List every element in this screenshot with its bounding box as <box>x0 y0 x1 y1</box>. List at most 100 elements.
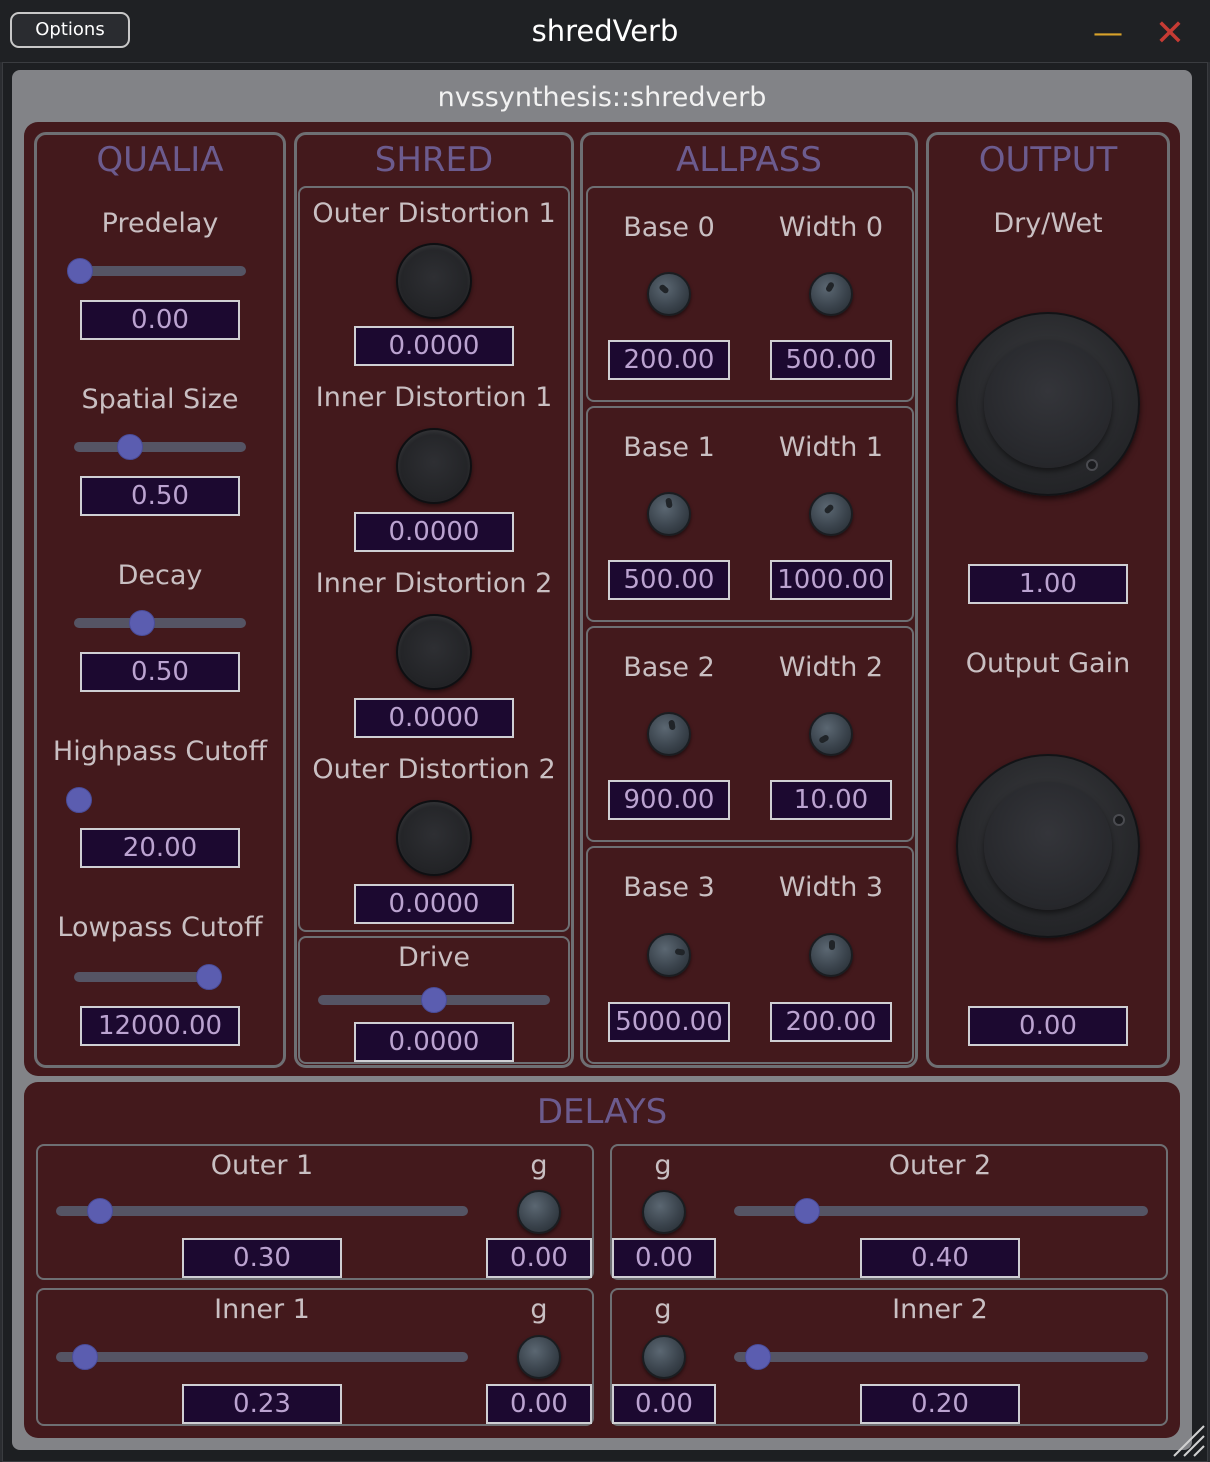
close-icon[interactable]: ✕ <box>1150 14 1190 54</box>
slider-thumb[interactable] <box>67 258 93 284</box>
outer-2-slider[interactable] <box>734 1198 1148 1224</box>
output-gain-knob[interactable] <box>956 754 1140 938</box>
knob-indicator <box>674 948 686 956</box>
inner-2-slider[interactable] <box>734 1344 1148 1370</box>
decay-slider[interactable] <box>74 610 246 636</box>
delays-title: DELAYS <box>536 1092 668 1132</box>
outer-2-value[interactable]: 0.40 <box>860 1238 1020 1278</box>
spatial-size-value[interactable]: 0.50 <box>80 476 240 516</box>
dry-wet-knob[interactable] <box>956 312 1140 496</box>
outer-distortion-2-value[interactable]: 0.0000 <box>354 884 514 924</box>
dry-wet-value[interactable]: 1.00 <box>968 564 1128 604</box>
predelay-value[interactable]: 0.00 <box>80 300 240 340</box>
width-2-value[interactable]: 10.00 <box>770 780 892 820</box>
inner-1-g-knob[interactable] <box>517 1335 561 1379</box>
outer-1-g-value[interactable]: 0.00 <box>486 1238 592 1278</box>
outer-distortion-2-knob[interactable] <box>396 800 472 876</box>
width-3-value[interactable]: 200.00 <box>770 1002 892 1042</box>
base-1-knob[interactable] <box>647 492 691 536</box>
output-gain-value[interactable]: 0.00 <box>968 1006 1128 1046</box>
lowpass-cutoff-value[interactable]: 12000.00 <box>80 1006 240 1046</box>
minimize-icon[interactable]: — <box>1088 16 1128 52</box>
slider-thumb[interactable] <box>421 987 447 1013</box>
highpass-cutoff-value[interactable]: 20.00 <box>80 828 240 868</box>
slider-track <box>74 442 246 452</box>
knob-cap <box>984 782 1112 910</box>
slider-thumb[interactable] <box>117 434 143 460</box>
width-3-label: Width 3 <box>778 872 884 903</box>
outer-1-label: Outer 1 <box>210 1150 314 1181</box>
base-2-knob[interactable] <box>647 712 691 756</box>
inner-2-value[interactable]: 0.20 <box>860 1384 1020 1424</box>
decay-label: Decay <box>117 560 203 591</box>
inner-1-g-value[interactable]: 0.00 <box>486 1384 592 1424</box>
base-0-value[interactable]: 200.00 <box>608 340 730 380</box>
outer-2-label: Outer 2 <box>888 1150 992 1181</box>
base-1-value[interactable]: 500.00 <box>608 560 730 600</box>
output-title: OUTPUT <box>978 140 1118 180</box>
inner-1-slider[interactable] <box>56 1344 468 1370</box>
slider-track <box>74 266 246 276</box>
slider-thumb[interactable] <box>196 964 222 990</box>
width-0-knob[interactable] <box>809 272 853 316</box>
predelay-slider[interactable] <box>67 258 246 284</box>
outer-1-slider[interactable] <box>56 1198 468 1224</box>
inner-distortion-2-label: Inner Distortion 2 <box>315 568 553 599</box>
knob-indicator <box>818 733 830 745</box>
inner-1-g-label: g <box>530 1294 548 1325</box>
width-1-value[interactable]: 1000.00 <box>770 560 892 600</box>
inner-distortion-2-knob[interactable] <box>396 614 472 690</box>
slider-track <box>734 1352 1148 1362</box>
base-3-knob[interactable] <box>647 933 691 977</box>
inner-1-label: Inner 1 <box>214 1294 310 1325</box>
outer-distortion-2-label: Outer Distortion 2 <box>312 754 556 785</box>
spatial-size-label: Spatial Size <box>81 384 239 415</box>
highpass-cutoff-slider[interactable] <box>66 787 92 813</box>
inner-2-g-value[interactable]: 0.00 <box>612 1384 716 1424</box>
base-2-value[interactable]: 900.00 <box>608 780 730 820</box>
base-0-label: Base 0 <box>623 212 715 243</box>
inner-distortion-1-value[interactable]: 0.0000 <box>354 512 514 552</box>
slider-thumb[interactable] <box>87 1198 113 1224</box>
width-3-knob[interactable] <box>809 933 853 977</box>
output-gain-label: Output Gain <box>965 648 1131 679</box>
inner-distortion-1-label: Inner Distortion 1 <box>315 382 553 413</box>
inner-distortion-2-value[interactable]: 0.0000 <box>354 698 514 738</box>
inner-2-g-knob[interactable] <box>642 1335 686 1379</box>
highpass-cutoff-label: Highpass Cutoff <box>52 736 268 767</box>
slider-thumb[interactable] <box>794 1198 820 1224</box>
options-button[interactable]: Options <box>10 12 130 48</box>
dry-wet-label: Dry/Wet <box>993 208 1103 239</box>
base-0-knob[interactable] <box>647 272 691 316</box>
outer-distortion-1-value[interactable]: 0.0000 <box>354 326 514 366</box>
drive-slider[interactable] <box>318 987 550 1013</box>
resize-grip-icon[interactable] <box>1170 1422 1206 1458</box>
slider-thumb[interactable] <box>72 1344 98 1370</box>
outer-1-value[interactable]: 0.30 <box>182 1238 342 1278</box>
outer-distortion-1-knob[interactable] <box>396 243 472 319</box>
width-2-knob[interactable] <box>809 712 853 756</box>
spatial-size-slider[interactable] <box>74 434 246 460</box>
outer-2-g-knob[interactable] <box>642 1190 686 1234</box>
outer-1-g-label: g <box>530 1150 548 1181</box>
slider-track <box>74 618 246 628</box>
drive-label: Drive <box>398 942 470 973</box>
lowpass-cutoff-slider[interactable] <box>74 964 246 990</box>
knob-indicator <box>668 719 676 731</box>
inner-2-g-label: g <box>654 1294 672 1325</box>
outer-1-g-knob[interactable] <box>517 1190 561 1234</box>
slider-thumb[interactable] <box>66 787 92 813</box>
decay-value[interactable]: 0.50 <box>80 652 240 692</box>
inner-1-value[interactable]: 0.23 <box>182 1384 342 1424</box>
inner-distortion-1-knob[interactable] <box>396 428 472 504</box>
outer-2-g-value[interactable]: 0.00 <box>612 1238 716 1278</box>
outer-2-g-label: g <box>654 1150 672 1181</box>
knob-indicator <box>665 497 673 509</box>
drive-value[interactable]: 0.0000 <box>354 1022 514 1062</box>
width-1-knob[interactable] <box>809 492 853 536</box>
slider-thumb[interactable] <box>129 610 155 636</box>
slider-thumb[interactable] <box>745 1344 771 1370</box>
base-3-value[interactable]: 5000.00 <box>608 1002 730 1042</box>
width-0-value[interactable]: 500.00 <box>770 340 892 380</box>
knob-indicator <box>658 283 670 295</box>
